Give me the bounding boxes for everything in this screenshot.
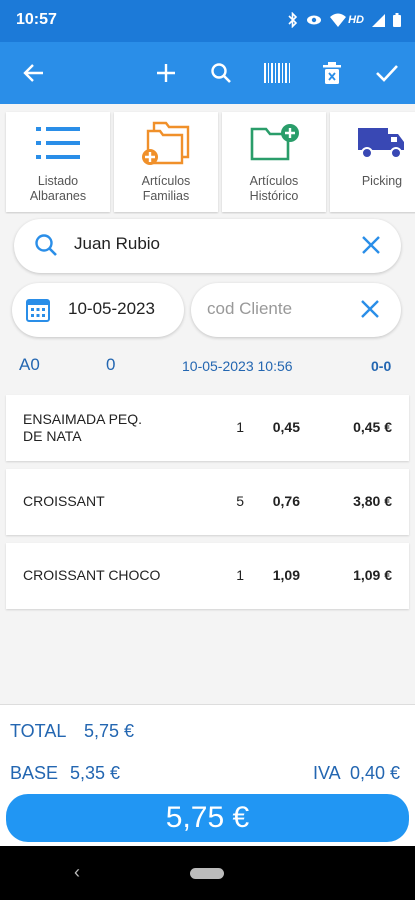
client-code-field[interactable]: cod Cliente xyxy=(191,283,401,337)
truck-icon xyxy=(358,128,404,159)
search-icon xyxy=(211,63,231,83)
confirm-button[interactable] xyxy=(365,42,409,104)
item-total: 3,80 € xyxy=(353,493,392,509)
eye-icon xyxy=(306,14,322,26)
tile-articulos-familias[interactable]: Artículos Familias xyxy=(114,112,218,212)
search-value[interactable]: Juan Rubio xyxy=(74,234,160,254)
list-item[interactable]: CROISSANT 5 0,76 3,80 € xyxy=(6,469,409,535)
app-bar xyxy=(0,42,415,104)
bluetooth-icon xyxy=(288,12,298,28)
item-price: 0,76 xyxy=(272,493,300,509)
base-value: 5,35 € xyxy=(70,763,121,783)
delete-button[interactable] xyxy=(310,42,354,104)
calendar-icon xyxy=(26,298,50,327)
add-icon xyxy=(157,64,175,82)
shortcut-tiles: Listado Albaranes Artículos Familias Art… xyxy=(0,108,415,214)
item-total: 1,09 € xyxy=(353,567,392,583)
battery-icon xyxy=(393,13,401,27)
status-icons: HD xyxy=(288,12,401,28)
add-button[interactable] xyxy=(144,42,188,104)
item-quantity: 1 xyxy=(236,567,244,583)
barcode-icon xyxy=(264,63,290,83)
wifi-icon xyxy=(330,13,347,27)
document-code: 0-0 xyxy=(371,358,392,374)
search-button[interactable] xyxy=(199,42,243,104)
folders-add-icon xyxy=(142,121,190,165)
tile-label: Artículos Histórico xyxy=(249,174,299,203)
tile-picking[interactable]: Picking xyxy=(330,112,415,212)
status-time: 10:57 xyxy=(16,11,57,28)
iva-value: 0,40 € xyxy=(350,763,401,783)
item-total: 0,45 € xyxy=(353,419,392,435)
date-value: 10-05-2023 xyxy=(68,299,155,318)
close-icon xyxy=(361,300,379,318)
list-icon xyxy=(36,127,80,159)
status-bar: 10:57 HD xyxy=(0,0,415,42)
close-icon xyxy=(362,236,380,254)
delete-icon xyxy=(323,62,341,84)
tile-articulos-historico[interactable]: Artículos Histórico xyxy=(222,112,326,212)
item-price: 0,45 xyxy=(272,419,300,435)
item-quantity: 1 xyxy=(236,419,244,435)
clear-search-button[interactable] xyxy=(359,233,383,262)
item-description: ENSAIMADA PEQ. DE NATA xyxy=(23,411,143,444)
client-code-placeholder[interactable]: cod Cliente xyxy=(207,299,292,319)
nav-home-pill[interactable] xyxy=(190,868,224,879)
item-description: CROISSANT CHOCO xyxy=(23,567,161,583)
document-number: 0 xyxy=(106,355,116,374)
document-info-row: A0 0 10-05-2023 10:56 0-0 xyxy=(0,350,415,380)
iva-label: IVA xyxy=(313,763,341,783)
date-field[interactable]: 10-05-2023 xyxy=(12,283,184,337)
folder-add-icon xyxy=(250,124,299,161)
item-quantity: 5 xyxy=(236,493,244,509)
tile-label: Artículos Familias xyxy=(141,174,191,203)
check-icon xyxy=(376,65,398,82)
navigation-bar: ‹ xyxy=(0,846,415,900)
item-price: 1,09 xyxy=(272,567,300,583)
search-field[interactable]: Juan Rubio xyxy=(14,219,401,273)
clear-client-button[interactable] xyxy=(359,298,381,325)
list-item[interactable]: ENSAIMADA PEQ. DE NATA 1 0,45 0,45 € xyxy=(6,395,409,461)
base-label: BASE xyxy=(10,763,59,783)
tile-label: Picking xyxy=(361,174,403,188)
back-arrow-icon xyxy=(23,64,43,82)
total-value: 5,75 € xyxy=(84,721,135,741)
list-item[interactable]: CROISSANT CHOCO 1 1,09 1,09 € xyxy=(6,543,409,609)
total-button-label: 5,75 € xyxy=(165,801,250,834)
document-datetime: 10-05-2023 10:56 xyxy=(182,358,293,374)
barcode-button[interactable] xyxy=(255,42,299,104)
document-series: A0 xyxy=(19,355,40,374)
signal-icon xyxy=(372,13,385,27)
total-label: TOTAL xyxy=(10,721,67,741)
totals-footer: TOTAL 5,75 € BASE 5,35 € IVA 0,40 € 5,75… xyxy=(0,704,415,846)
item-description: CROISSANT xyxy=(23,493,105,509)
tile-label: Listado Albaranes xyxy=(29,174,87,203)
hd-label: HD xyxy=(348,14,364,26)
total-button[interactable]: 5,75 € xyxy=(6,794,409,842)
search-icon xyxy=(34,233,58,262)
tile-listado-albaranes[interactable]: Listado Albaranes xyxy=(6,112,110,212)
nav-back-icon[interactable]: ‹ xyxy=(74,862,80,883)
back-button[interactable] xyxy=(12,42,56,104)
